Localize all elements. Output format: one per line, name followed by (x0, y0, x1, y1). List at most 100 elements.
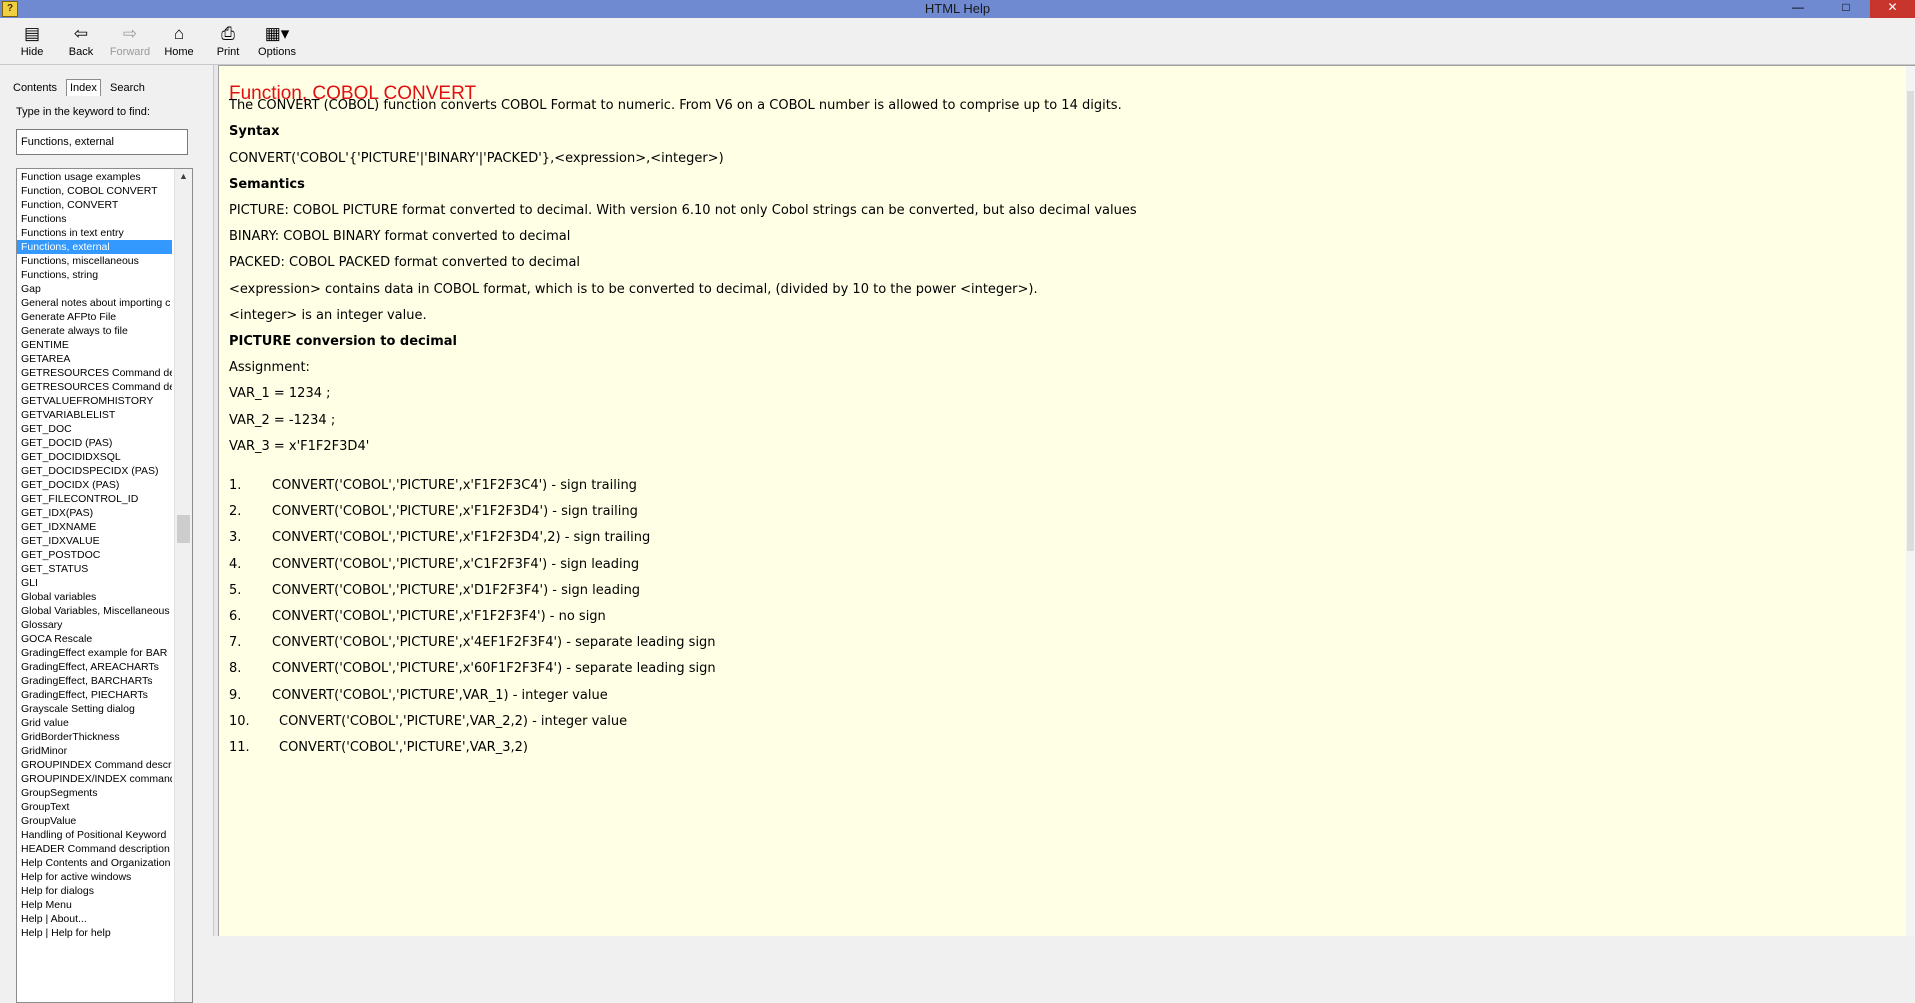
example-number: 10. (229, 714, 250, 729)
scroll-thumb[interactable] (177, 515, 190, 543)
index-list-item[interactable]: Functions, string (17, 268, 172, 282)
index-list-item[interactable]: GETRESOURCES Command def (17, 366, 172, 380)
index-list-item[interactable]: Functions, miscellaneous (17, 254, 172, 268)
index-list-item[interactable]: Help for active windows (17, 870, 172, 884)
index-list-item[interactable]: Generate AFPto File (17, 310, 172, 324)
index-list-item[interactable]: GridMinor (17, 744, 172, 758)
index-list-item[interactable]: Functions in text entry (17, 226, 172, 240)
index-list[interactable]: Function usage examples Function, COBOL C… (16, 168, 193, 1003)
index-list-item[interactable]: GradingEffect example for BAR (17, 646, 172, 660)
index-list-item[interactable]: GETVARIABLELIST (17, 408, 172, 422)
index-list-item[interactable]: GET_IDXVALUE (17, 534, 172, 548)
index-list-item[interactable]: GET_DOCID (PAS) (17, 436, 172, 450)
index-list-item[interactable]: Gap (17, 282, 172, 296)
example-text: CONVERT('COBOL','PICTURE',VAR_3,2) (279, 740, 528, 755)
keyword-input[interactable] (16, 129, 188, 155)
index-list-item[interactable]: Global variables (17, 590, 172, 604)
semantics-binary: BINARY: COBOL BINARY format converted to… (229, 229, 571, 244)
example-number: 2. (229, 504, 242, 519)
index-list-item[interactable]: Handling of Positional Keyword (17, 828, 172, 842)
index-list-item[interactable]: GroupValue (17, 814, 172, 828)
tab-contents[interactable]: Contents (10, 81, 60, 95)
example-text: CONVERT('COBOL','PICTURE',x'F1F2F3C4') -… (272, 478, 637, 493)
index-list-item[interactable]: GETAREA (17, 352, 172, 366)
index-list-item[interactable]: Grid value (17, 716, 172, 730)
index-list-item[interactable]: GroupText (17, 800, 172, 814)
index-list-item[interactable]: Function, COBOL CONVERT (17, 184, 172, 198)
close-icon[interactable]: ✕ (1870, 0, 1915, 18)
options-button[interactable]: ▦▾ Options (254, 24, 300, 58)
index-list-item[interactable]: Generate always to file (17, 324, 172, 338)
example-number: 8. (229, 661, 242, 676)
index-list-item[interactable]: GOCA Rescale (17, 632, 172, 646)
example-text: CONVERT('COBOL','PICTURE',x'60F1F2F3F4')… (272, 661, 716, 676)
index-list-item[interactable]: GROUPINDEX Command descrip (17, 758, 172, 772)
example-number: 7. (229, 635, 242, 650)
index-list-item[interactable]: Functions (17, 212, 172, 226)
index-list-item[interactable]: Functions, external (17, 240, 172, 254)
index-list-item[interactable]: GROUPINDEX/INDEX command d (17, 772, 172, 786)
hide-button[interactable]: ▤ Hide (9, 24, 55, 58)
index-list-item[interactable]: Help for dialogs (17, 884, 172, 898)
index-list-item[interactable]: GET_IDXNAME (17, 520, 172, 534)
home-button[interactable]: ⌂ Home (156, 24, 202, 58)
hide-label: Hide (20, 46, 44, 58)
index-list-item[interactable]: GETVALUEFROMHISTORY (17, 394, 172, 408)
index-list-item[interactable]: Help Menu (17, 898, 172, 912)
index-list-item[interactable]: GradingEffect, BARCHARTs (17, 674, 172, 688)
print-button[interactable]: ⎙ Print (205, 24, 251, 58)
semantics-heading: Semantics (229, 177, 305, 192)
index-list-item[interactable]: GENTIME (17, 338, 172, 352)
assignment-line: VAR_2 = -1234 ; (229, 413, 336, 428)
index-list-item[interactable]: GradingEffect, PIECHARTs (17, 688, 172, 702)
example-text: CONVERT('COBOL','PICTURE',x'4EF1F2F3F4')… (272, 635, 716, 650)
topic-content: Function, COBOL CONVERT The CONVERT (COB… (218, 65, 1915, 936)
index-list-item[interactable]: GLI (17, 576, 172, 590)
assignment-line: VAR_1 = 1234 ; (229, 386, 331, 401)
index-list-item[interactable]: GETRESOURCES Command des (17, 380, 172, 394)
index-list-item[interactable]: GET_DOCIDSPECIDX (PAS) (17, 464, 172, 478)
index-list-item[interactable]: GroupSegments (17, 786, 172, 800)
content-scroll-thumb[interactable] (1907, 91, 1914, 551)
index-list-item[interactable]: GET_POSTDOC (17, 548, 172, 562)
index-list-item[interactable]: HEADER Command description (17, 842, 172, 856)
maximize-icon[interactable]: □ (1829, 0, 1863, 18)
index-list-item[interactable]: Grayscale Setting dialog (17, 702, 172, 716)
picture-heading: PICTURE conversion to decimal (229, 334, 457, 349)
index-list-item[interactable]: Glossary (17, 618, 172, 632)
index-list-item[interactable]: GET_DOCIDIDXSQL (17, 450, 172, 464)
semantics-packed: PACKED: COBOL PACKED format converted to… (229, 255, 581, 270)
index-list-item[interactable]: Function, CONVERT (17, 198, 172, 212)
semantics-picture: PICTURE: COBOL PICTURE format converted … (229, 203, 1137, 218)
index-list-item[interactable]: Function usage examples (17, 170, 172, 184)
index-list-scrollbar[interactable]: ▲ (174, 169, 192, 1002)
assignment-label: Assignment: (229, 360, 310, 375)
tab-search[interactable]: Search (107, 81, 148, 95)
example-number: 1. (229, 478, 242, 493)
index-list-item[interactable]: Help | Help for help (17, 926, 172, 940)
index-list-item[interactable]: GradingEffect, AREACHARTs (17, 660, 172, 674)
semantics-expression: <expression> contains data in COBOL form… (229, 282, 1038, 297)
assignment-line: VAR_3 = x'F1F2F3D4' (229, 439, 370, 454)
example-text: CONVERT('COBOL','PICTURE',VAR_2,2) - int… (279, 714, 628, 729)
index-list-item[interactable]: Global Variables, Miscellaneous (17, 604, 172, 618)
index-list-item[interactable]: General notes about importing c (17, 296, 172, 310)
window-title: HTML Help (924, 1, 991, 16)
index-list-item[interactable]: GET_FILECONTROL_ID (17, 492, 172, 506)
index-list-item[interactable]: GET_IDX(PAS) (17, 506, 172, 520)
index-list-item[interactable]: Help Contents and Organization (17, 856, 172, 870)
back-button[interactable]: ⇦ Back (58, 24, 104, 58)
index-list-item[interactable]: GridBorderThickness (17, 730, 172, 744)
index-list-item[interactable]: GET_DOCIDX (PAS) (17, 478, 172, 492)
options-icon: ▦▾ (264, 24, 290, 43)
example-number: 3. (229, 530, 242, 545)
minimize-icon[interactable]: — (1781, 0, 1815, 18)
forward-button[interactable]: ⇨ Forward (107, 24, 153, 58)
scroll-up-icon[interactable]: ▲ (175, 171, 192, 181)
tab-index[interactable]: Index (66, 79, 101, 96)
index-list-item[interactable]: GET_STATUS (17, 562, 172, 576)
content-scrollbar[interactable] (1906, 66, 1915, 936)
index-list-item[interactable]: GET_DOC (17, 422, 172, 436)
index-list-item[interactable]: Help | About... (17, 912, 172, 926)
printer-icon: ⎙ (221, 24, 235, 43)
